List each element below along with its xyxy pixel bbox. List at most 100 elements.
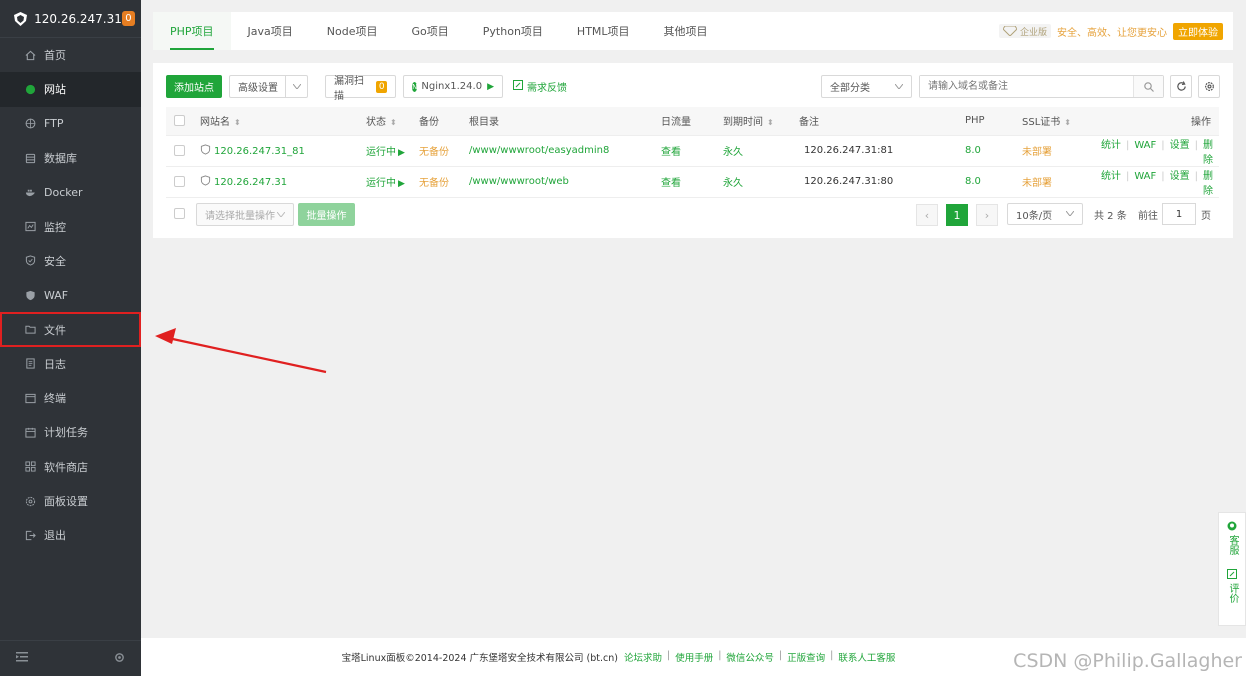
sidebar-item-9[interactable]: 日志 <box>0 347 141 381</box>
site-name-link[interactable]: 120.26.247.31_81 <box>214 146 305 157</box>
refresh-icon[interactable] <box>1170 75 1192 98</box>
site-panel: 添加站点 高级设置 漏洞扫描 0 N Nginx1.24.0 ▶ 需求反馈 全部… <box>153 63 1233 238</box>
collapse-menu-icon[interactable] <box>16 652 28 665</box>
sidebar-item-3[interactable]: 数据库 <box>0 141 141 175</box>
site-name-link[interactable]: 120.26.247.31 <box>214 177 287 188</box>
tab-6[interactable]: 其他项目 <box>647 12 725 50</box>
delete-link[interactable]: 删除 <box>1203 140 1213 166</box>
advanced-settings-label: 高级设置 <box>238 83 278 94</box>
site-toolbar: 添加站点 高级设置 漏洞扫描 0 N Nginx1.24.0 ▶ 需求反馈 全部… <box>166 75 1220 102</box>
traffic-view-link[interactable]: 查看 <box>661 147 681 158</box>
sidebar-item-11[interactable]: 计划任务 <box>0 415 141 449</box>
select-all-checkbox[interactable] <box>174 115 185 126</box>
tab-3[interactable]: Go项目 <box>395 12 466 50</box>
goto-label: 前往 <box>1138 210 1158 222</box>
site-status[interactable]: 运行中 <box>366 178 396 189</box>
headset-icon <box>1227 521 1237 535</box>
page-size-select[interactable]: 10条/页 <box>1007 203 1083 225</box>
expire-link[interactable]: 永久 <box>723 147 743 158</box>
play-icon: ▶ <box>487 81 494 92</box>
expire-link[interactable]: 永久 <box>723 178 743 189</box>
ssl-status-link[interactable]: 未部署 <box>1022 178 1052 189</box>
sidebar-item-10[interactable]: 终端 <box>0 381 141 415</box>
sidebar-item-4[interactable]: Docker <box>0 175 141 209</box>
site-note[interactable]: 120.26.247.31:80 <box>804 176 893 187</box>
vuln-scan-button[interactable]: 漏洞扫描 0 <box>325 75 396 102</box>
review-button[interactable]: 评价 <box>1226 569 1238 603</box>
settings-link[interactable]: 设置 <box>1170 140 1190 151</box>
row-checkbox[interactable] <box>174 144 185 156</box>
advanced-settings-button[interactable]: 高级设置 <box>229 75 308 98</box>
tab-2[interactable]: Node项目 <box>310 12 395 50</box>
enterprise-promo: 企业版 安全、高效、让您更安心 立即体验 <box>998 22 1223 40</box>
notification-badge[interactable]: 0 <box>121 11 135 26</box>
settings-icon[interactable] <box>1198 75 1220 98</box>
search-icon[interactable] <box>1133 76 1163 97</box>
sidebar-item-label: 数据库 <box>44 152 77 166</box>
stats-link[interactable]: 统计 <box>1101 140 1121 151</box>
nginx-button[interactable]: N Nginx1.24.0 ▶ <box>403 75 503 98</box>
sidebar-item-0[interactable]: 首页 <box>0 38 141 72</box>
sidebar-item-1[interactable]: 网站 <box>0 72 141 107</box>
customer-service-button[interactable]: 客服 <box>1226 521 1238 555</box>
settings-gear-icon[interactable] <box>114 652 125 666</box>
backup-link[interactable]: 无备份 <box>419 147 449 158</box>
php-version-link[interactable]: 8.0 <box>965 176 981 187</box>
col-ssl[interactable]: SSL证书 ⬍ <box>1022 107 1099 136</box>
row-checkbox[interactable] <box>174 175 185 187</box>
select-all-checkbox-bottom[interactable] <box>174 208 185 219</box>
search-input[interactable] <box>920 76 1120 97</box>
delete-link[interactable]: 删除 <box>1203 171 1213 197</box>
tab-4[interactable]: Python项目 <box>466 12 560 50</box>
server-ip[interactable]: 120.26.247.31 <box>34 12 122 26</box>
footer-link[interactable]: 正版查询 <box>787 650 825 664</box>
tab-0[interactable]: PHP项目 <box>153 12 231 50</box>
sidebar-item-14[interactable]: 退出 <box>0 518 141 552</box>
add-site-button[interactable]: 添加站点 <box>166 75 222 98</box>
php-version-link[interactable]: 8.0 <box>965 145 981 156</box>
stats-link[interactable]: 统计 <box>1101 171 1121 182</box>
col-name[interactable]: 网站名 ⬍ <box>200 107 366 136</box>
enterprise-badge[interactable]: 企业版 <box>998 24 1051 38</box>
col-status[interactable]: 状态 ⬍ <box>366 107 419 136</box>
ssl-status-link[interactable]: 未部署 <box>1022 147 1052 158</box>
footer-link[interactable]: 论坛求助 <box>624 650 662 664</box>
category-select[interactable]: 全部分类 <box>821 75 912 98</box>
feedback-link[interactable]: 需求反馈 <box>513 75 567 98</box>
batch-action-button[interactable]: 批量操作 <box>298 203 355 226</box>
chevron-down-icon[interactable] <box>285 76 307 97</box>
footer-link[interactable]: 微信公众号 <box>726 650 774 664</box>
next-page-button[interactable]: › <box>976 204 998 226</box>
sidebar-item-13[interactable]: 面板设置 <box>0 484 141 518</box>
site-note[interactable]: 120.26.247.31:81 <box>804 145 893 156</box>
sidebar-item-7[interactable]: WAF <box>0 278 141 312</box>
page-1-button[interactable]: 1 <box>946 204 968 226</box>
chevron-down-icon <box>276 210 286 220</box>
tab-1[interactable]: Java项目 <box>231 12 310 50</box>
sidebar-item-12[interactable]: 软件商店 <box>0 450 141 484</box>
waf-link[interactable]: WAF <box>1134 171 1156 182</box>
site-table: 网站名 ⬍ 状态 ⬍ 备份 根目录 日流量 到期时间 ⬍ 备注 PHP SSL证书 ⬍ … <box>166 107 1219 198</box>
col-expire[interactable]: 到期时间 ⬍ <box>723 107 799 136</box>
try-now-button[interactable]: 立即体验 <box>1173 22 1223 40</box>
footer-link[interactable]: 联系人工客服 <box>838 650 895 664</box>
root-path-link[interactable]: /www/wwwroot/easyadmin8 <box>469 145 609 156</box>
waf-link[interactable]: WAF <box>1134 140 1156 151</box>
sidebar-item-5[interactable]: 监控 <box>0 209 141 243</box>
tab-5[interactable]: HTML项目 <box>560 12 647 50</box>
backup-link[interactable]: 无备份 <box>419 178 449 189</box>
root-path-link[interactable]: /www/wwwroot/web <box>469 176 569 187</box>
traffic-view-link[interactable]: 查看 <box>661 178 681 189</box>
prev-page-button[interactable]: ‹ <box>916 204 938 226</box>
sidebar-item-label: 终端 <box>44 392 66 406</box>
sidebar-footer <box>0 640 141 676</box>
footer-link[interactable]: 使用手册 <box>675 650 713 664</box>
database-icon <box>24 152 36 164</box>
sidebar-item-2[interactable]: FTP <box>0 107 141 141</box>
sidebar-item-8[interactable]: 文件 <box>0 312 141 347</box>
goto-page-input[interactable]: 1 <box>1162 203 1196 225</box>
sidebar-item-6[interactable]: 安全 <box>0 244 141 278</box>
settings-link[interactable]: 设置 <box>1170 171 1190 182</box>
batch-action-select[interactable]: 请选择批量操作 <box>196 203 294 226</box>
site-status[interactable]: 运行中 <box>366 147 396 158</box>
